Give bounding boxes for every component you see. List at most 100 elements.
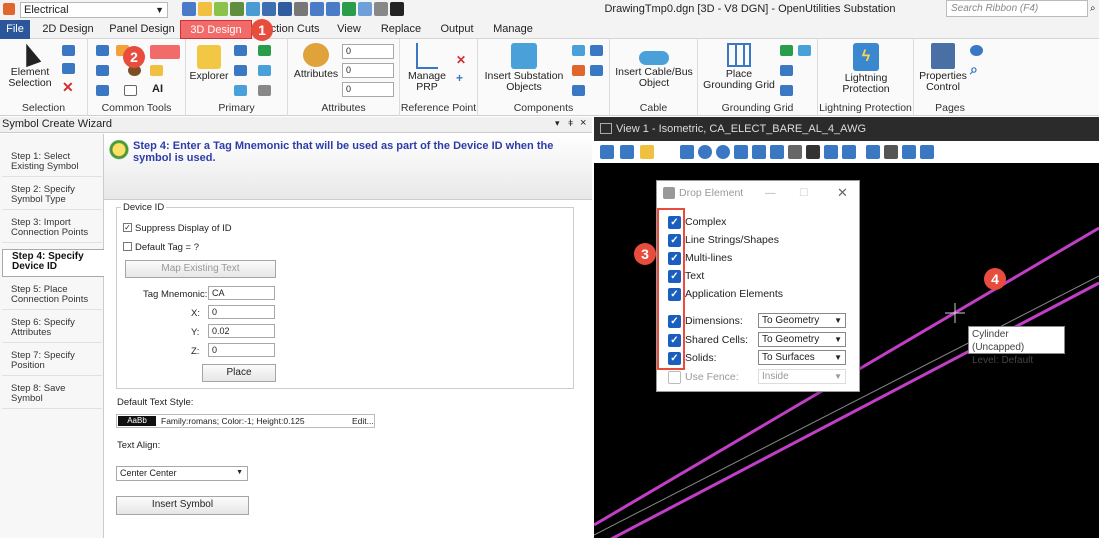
default-tag-checkbox[interactable] (123, 242, 132, 251)
maximize-icon[interactable]: ☐ (799, 181, 808, 205)
tab-output[interactable]: Output (435, 20, 479, 39)
insert-cable-button[interactable]: Insert Cable/Bus Object (612, 43, 696, 89)
close-icon[interactable]: ✕ (62, 79, 74, 96)
sync-icon[interactable] (230, 2, 244, 16)
properties-icon[interactable] (234, 85, 247, 96)
copy-view-icon[interactable] (866, 145, 880, 159)
pan-view-icon[interactable] (788, 145, 802, 159)
grid-edit-icon[interactable] (780, 45, 793, 56)
view-attributes-icon[interactable] (600, 145, 614, 159)
explorer-button[interactable]: Explorer (188, 45, 230, 82)
insert-substation-objects-button[interactable]: Insert Substation Objects (480, 43, 568, 93)
search-ribbon-input[interactable]: Search Ribbon (F4) (946, 0, 1088, 17)
close-icon[interactable]: × (580, 117, 586, 129)
step-3[interactable]: Step 3: Import Connection Points (2, 216, 102, 243)
element-info-icon[interactable] (150, 45, 180, 59)
place-button[interactable]: Place (202, 364, 276, 382)
view-previous-icon[interactable] (824, 145, 838, 159)
text-tool-icon[interactable]: AI (152, 83, 163, 95)
tab-file[interactable]: File (0, 20, 30, 39)
step-2[interactable]: Step 2: Specify Symbol Type (2, 183, 102, 210)
select-window-icon[interactable] (62, 63, 75, 74)
close-icon[interactable]: ✕ (837, 181, 848, 205)
step-4[interactable]: Step 4: Specify Device ID (2, 249, 104, 277)
disk-icon[interactable] (262, 2, 276, 16)
step-8[interactable]: Step 8: Save Symbol (2, 382, 102, 409)
color-select[interactable]: 0 (342, 44, 394, 59)
tasks-icon[interactable] (234, 45, 247, 56)
element-selection-button[interactable]: Element Selection (4, 40, 56, 89)
redo-icon[interactable] (326, 2, 340, 16)
step-5[interactable]: Step 5: Place Connection Points (2, 283, 102, 310)
pin-icon[interactable] (342, 2, 356, 16)
zoom-out-icon[interactable] (716, 145, 730, 159)
attributes-button[interactable]: Attributes (292, 43, 340, 80)
grid-move-icon[interactable] (780, 65, 793, 76)
grid-rod-icon[interactable] (780, 85, 793, 96)
step-1[interactable]: Step 1: Select Existing Symbol (2, 150, 102, 177)
print-icon[interactable] (374, 2, 388, 16)
component-place-icon[interactable] (590, 65, 603, 76)
compass-icon[interactable] (970, 45, 983, 56)
view-window-icon[interactable] (600, 123, 612, 134)
clip-mask-icon[interactable] (902, 145, 916, 159)
use-fence-checkbox[interactable] (668, 371, 681, 384)
tab-view[interactable]: View (330, 20, 368, 39)
text-align-select[interactable]: Center Center ▼ (116, 466, 248, 481)
line-style-select[interactable]: 0 (342, 63, 394, 78)
tab-2d-design[interactable]: 2D Design (38, 20, 98, 39)
use-fence-select[interactable]: Inside ▼ (758, 369, 846, 384)
open-folder-icon[interactable] (198, 2, 212, 16)
y-input[interactable]: 0.02 (208, 324, 275, 338)
copy-tool-icon[interactable] (96, 65, 109, 76)
save-icon[interactable] (214, 2, 228, 16)
suppress-checkbox[interactable]: ✓ (123, 223, 132, 232)
shared-cells-select[interactable]: To Geometry ▼ (758, 332, 846, 347)
properties-control-button[interactable]: Properties Control (916, 43, 970, 93)
manage-prp-button[interactable]: Manage PRP (404, 43, 450, 93)
line-tool-icon[interactable] (96, 45, 109, 56)
cells-icon[interactable] (258, 85, 271, 96)
map-existing-text-button[interactable]: Map Existing Text (125, 260, 276, 278)
walk-icon[interactable] (806, 145, 820, 159)
minimize-icon[interactable]: — (765, 181, 776, 205)
view-settings-icon[interactable] (920, 145, 934, 159)
insert-symbol-button[interactable]: Insert Symbol (116, 496, 249, 515)
lock-icon[interactable] (294, 2, 308, 16)
display-style-icon[interactable] (620, 145, 634, 159)
line-weight-select[interactable]: 0 (342, 82, 394, 97)
settings-icon[interactable] (246, 2, 260, 16)
conductor-icon[interactable] (798, 45, 811, 56)
hatch-tool-icon[interactable] (150, 65, 163, 76)
new-file-icon[interactable] (182, 2, 196, 16)
add-prp-icon[interactable]: + (456, 71, 463, 85)
component-edit-icon[interactable] (572, 45, 585, 56)
pin-icon[interactable]: ǂ (568, 118, 573, 128)
x-input[interactable]: 0 (208, 305, 275, 319)
level-icon[interactable] (234, 65, 247, 76)
clip-volume-icon[interactable] (884, 145, 898, 159)
text-style-edit[interactable]: Edit... (352, 416, 374, 426)
step-7[interactable]: Step 7: Specify Position (2, 349, 102, 376)
tab-panel-design[interactable]: Panel Design (108, 20, 176, 39)
step-6[interactable]: Step 6: Specify Attributes (2, 316, 102, 343)
tool-icon[interactable] (358, 2, 372, 16)
workspace-select[interactable]: Electrical ▼ (20, 2, 168, 18)
models-icon[interactable] (258, 45, 271, 56)
fit-view-icon[interactable] (752, 145, 766, 159)
zoom-in-icon[interactable] (698, 145, 712, 159)
component-update-icon[interactable] (572, 85, 585, 96)
rotate-view-icon[interactable] (770, 145, 784, 159)
z-input[interactable]: 0 (208, 343, 275, 357)
cursor-icon[interactable] (390, 2, 404, 16)
view-next-icon[interactable] (842, 145, 856, 159)
lighting-icon[interactable] (640, 145, 654, 159)
search-icon[interactable]: ⌕ (970, 61, 978, 78)
remove-prp-icon[interactable]: ✕ (456, 53, 466, 67)
dropdown-icon[interactable]: ▾ (555, 118, 560, 129)
place-grounding-grid-button[interactable]: Place Grounding Grid (700, 43, 778, 91)
dimensions-select[interactable]: To Geometry ▼ (758, 313, 846, 328)
lightning-protection-button[interactable]: ϟ Lightning Protection (826, 43, 906, 95)
rectangle-tool-icon[interactable] (124, 85, 137, 96)
tab-manage[interactable]: Manage (488, 20, 538, 39)
